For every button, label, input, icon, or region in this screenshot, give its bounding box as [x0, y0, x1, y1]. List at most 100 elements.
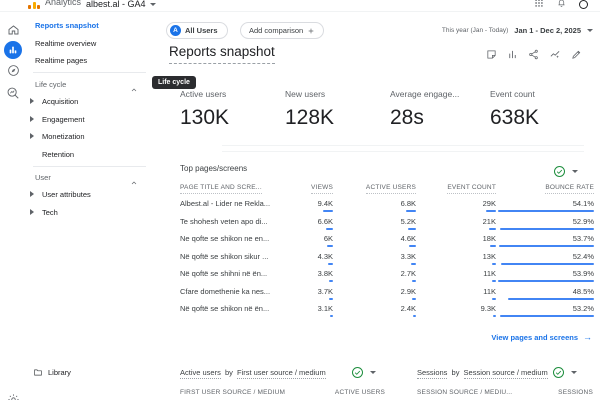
explore-icon[interactable] [7, 64, 20, 77]
sidebar-item-library[interactable]: Library [33, 368, 71, 377]
sidebar-item-retention[interactable]: Retention [42, 150, 74, 159]
sidebar-section-life-cycle[interactable]: Life cycle [35, 80, 66, 89]
insights-icon[interactable] [549, 49, 561, 60]
analytics-logo-icon[interactable] [28, 2, 40, 9]
card-title-sessions-by-source: Sessions by Session source / medium [417, 368, 550, 377]
page-title[interactable]: Reports snapshot [169, 44, 275, 64]
page-title-cell: Në qoftë se shikon sikur ... [180, 249, 302, 267]
active-users-cell: 4.6K [333, 231, 416, 249]
expand-arrow-icon[interactable] [30, 191, 34, 197]
table-status-dropdown[interactable] [554, 166, 578, 177]
comparison-icon[interactable] [507, 49, 518, 60]
plus-icon [307, 27, 315, 35]
sidebar-item-reports-snapshot[interactable]: Reports snapshot [35, 21, 99, 30]
card-title-active-users-by-source: Active users by First user source / medi… [180, 368, 328, 377]
bounce-rate-cell: 53.7% [496, 231, 594, 249]
green-check-icon [553, 367, 564, 378]
card-columns: SESSION SOURCE / MEDIU... SESSIONS [417, 389, 593, 396]
link-label: View pages and screens [491, 333, 578, 342]
views-cell: 3.7K [302, 284, 333, 302]
table-row: Në qoftë se shihni në ën... 3.8K 2.7K 11… [180, 266, 594, 284]
share-icon[interactable] [528, 49, 539, 60]
table-row: Në qoftë se shikon sikur ... 4.3K 3.3K 1… [180, 249, 594, 267]
product-name: Analytics [45, 0, 81, 7]
bounce-rate-cell: 52.9% [496, 214, 594, 232]
expand-arrow-icon[interactable] [30, 98, 34, 104]
sidebar-item-monetization[interactable]: Monetization [42, 132, 85, 141]
metric-label: New users [285, 89, 334, 99]
column-header-first-user-source[interactable]: FIRST USER SOURCE / MEDIUM [180, 389, 285, 396]
page-title-cell: Te shohesh veten apo di... [180, 214, 302, 232]
chevron-up-icon[interactable] [130, 81, 138, 99]
table-row: Ne qofte se shikon ne en... 6K 4.6K 18K … [180, 231, 594, 249]
active-users-cell: 2.7K [333, 266, 416, 284]
column-header-bounce-rate[interactable]: BOUNCE RATE [496, 184, 594, 191]
chevron-up-icon[interactable] [130, 174, 138, 192]
value-bar [499, 245, 594, 247]
sidebar-item-engagement[interactable]: Engagement [42, 115, 85, 124]
all-users-chip[interactable]: A All Users [166, 22, 228, 39]
event-count-cell: 29K [416, 196, 496, 214]
advertising-icon[interactable] [6, 86, 20, 100]
event-count-cell: 11K [416, 266, 496, 284]
card-metric-term[interactable]: Active users [180, 368, 221, 379]
date-range-selector[interactable]: This year (Jan - Today) Jan 1 - Dec 2, 2… [442, 26, 593, 35]
life-cycle-tooltip: Life cycle [152, 76, 196, 89]
column-header-views[interactable]: VIEWS [302, 184, 333, 191]
expand-arrow-icon[interactable] [30, 209, 34, 215]
home-icon[interactable] [7, 24, 20, 36]
edit-pencil-icon[interactable] [571, 49, 582, 60]
note-icon[interactable] [486, 49, 497, 60]
sidebar-item-realtime-overview[interactable]: Realtime overview [35, 39, 96, 48]
views-cell: 6K [302, 231, 333, 249]
sidebar-item-acquisition[interactable]: Acquisition [42, 97, 78, 106]
apps-grid-icon[interactable] [534, 0, 544, 12]
card-status-dropdown[interactable] [352, 367, 376, 378]
segment-a-icon: A [170, 25, 181, 36]
expand-arrow-icon[interactable] [30, 133, 34, 139]
property-selector[interactable]: albest.al - GA4 [86, 0, 156, 9]
view-pages-and-screens-link[interactable]: View pages and screens → [491, 332, 592, 342]
card-dimension-term[interactable]: Session source / medium [464, 368, 548, 379]
metric-value: 130K [180, 106, 229, 130]
notifications-icon[interactable] [557, 0, 566, 12]
page-title-cell: Ne qofte se shikon ne en... [180, 231, 302, 249]
reports-icon[interactable] [4, 41, 22, 59]
add-comparison-button[interactable]: Add comparison [240, 22, 324, 39]
account-avatar[interactable] [579, 0, 588, 9]
sparkline-remnant [222, 145, 584, 146]
column-header-active-users[interactable]: ACTIVE USERS [333, 184, 416, 191]
event-count-cell: 18K [416, 231, 496, 249]
expand-arrow-icon[interactable] [30, 116, 34, 122]
table-row: Cfare domethenie ka nes... 3.7K 2.9K 11K… [180, 284, 594, 302]
column-header-active-users[interactable]: ACTIVE USERS [335, 389, 385, 396]
sidebar-item-realtime-pages[interactable]: Realtime pages [35, 56, 87, 65]
card-dimension-term[interactable]: First user source / medium [237, 368, 326, 379]
value-bar [498, 280, 594, 282]
chevron-down-icon [571, 371, 577, 374]
column-header-session-source[interactable]: SESSION SOURCE / MEDIU... [417, 389, 512, 396]
all-users-label: All Users [185, 26, 218, 35]
sidebar-item-tech[interactable]: Tech [42, 208, 58, 217]
metric-label: Average engage... [390, 89, 459, 99]
column-header-sessions[interactable]: SESSIONS [558, 389, 593, 396]
table-row: Albest.al - Lider ne Rekla... 9.4K 6.8K … [180, 196, 594, 214]
card-by: by [223, 368, 235, 377]
card-metric-term[interactable]: Sessions [417, 368, 447, 379]
bounce-rate-cell: 53.9% [496, 266, 594, 284]
column-header-page-title[interactable]: PAGE TITLE AND SCRE... [180, 184, 302, 191]
card-by: by [449, 368, 461, 377]
metric-label: Active users [180, 89, 229, 99]
card-status-dropdown[interactable] [553, 367, 577, 378]
active-users-cell: 2.9K [333, 284, 416, 302]
value-bar [500, 228, 594, 230]
table-row: Në qoftë se shikon në ën... 3.1K 2.4K 9.… [180, 301, 594, 319]
metric-value: 638K [490, 106, 539, 130]
metric-active-users: Active users 130K [180, 89, 229, 130]
admin-gear-icon[interactable] [7, 393, 20, 400]
column-header-event-count[interactable]: EVENT COUNT [416, 184, 496, 191]
sidebar-section-user[interactable]: User [35, 173, 51, 182]
value-bar [508, 298, 594, 300]
sidebar-item-user-attributes[interactable]: User attributes [42, 190, 91, 199]
views-cell: 6.6K [302, 214, 333, 232]
